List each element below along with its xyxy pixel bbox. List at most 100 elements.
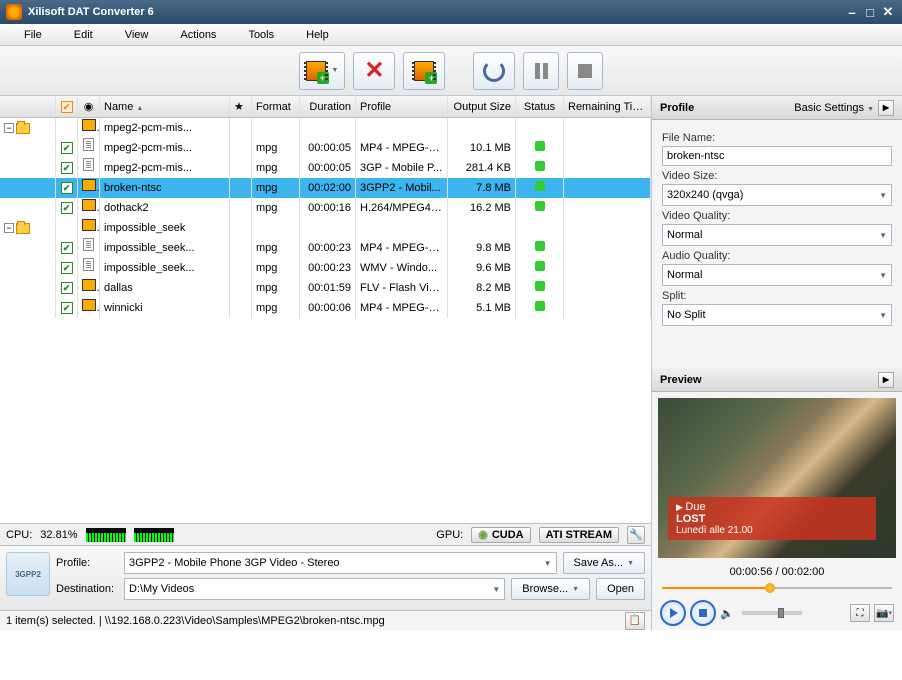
row-checkbox[interactable]: ✔ — [61, 282, 73, 294]
split-select[interactable]: No Split — [662, 304, 892, 326]
table-row[interactable]: ✔impossible_seek...mpg00:00:23WMV - Wind… — [0, 258, 651, 278]
col-output[interactable]: Output Size — [448, 97, 516, 117]
basic-settings-dropdown[interactable]: Basic Settings ▼ — [794, 102, 874, 114]
play-button[interactable] — [660, 600, 686, 626]
menu-file[interactable]: File — [8, 26, 58, 44]
maximize-button[interactable]: □ — [862, 5, 878, 19]
convert-button[interactable] — [473, 52, 515, 90]
table-row[interactable]: ✔winnickimpg00:00:06MP4 - MPEG-4 ...5.1 … — [0, 298, 651, 318]
audioquality-select[interactable]: Normal — [662, 264, 892, 286]
folder-icon — [16, 123, 30, 134]
add-output-button[interactable]: + — [403, 52, 445, 90]
table-row[interactable]: ✔dothack2mpg00:00:16H.264/MPEG4 ...16.2 … — [0, 198, 651, 218]
open-button[interactable]: Open — [596, 578, 645, 600]
profile-panel-title: Profile — [660, 102, 694, 114]
expand-toggle[interactable]: − — [4, 223, 14, 233]
stop-preview-icon — [699, 609, 707, 617]
status-icon — [535, 301, 545, 311]
film-icon — [82, 279, 96, 291]
row-checkbox[interactable]: ✔ — [61, 202, 73, 214]
videosize-label: Video Size: — [662, 170, 892, 182]
videosize-select[interactable]: 320x240 (qvga) — [662, 184, 892, 206]
menu-help[interactable]: Help — [290, 26, 345, 44]
preview-title: Preview — [660, 374, 702, 386]
report-button[interactable]: 📋 — [625, 612, 645, 630]
seek-slider[interactable] — [662, 582, 892, 594]
col-name[interactable]: Name ▲ — [100, 97, 230, 117]
row-checkbox[interactable]: ✔ — [61, 262, 73, 274]
row-checkbox[interactable]: ✔ — [61, 242, 73, 254]
col-status[interactable]: Status — [516, 97, 564, 117]
row-name: dallas — [100, 278, 230, 298]
properties-panel: File Name: Video Size: 320x240 (qvga) Vi… — [652, 120, 902, 334]
browse-button[interactable]: Browse...▼ — [511, 578, 590, 600]
col-remaining[interactable]: Remaining Time — [564, 97, 651, 117]
col-format[interactable]: Format — [252, 97, 300, 117]
row-name: mpeg2-pcm-mis... — [100, 138, 230, 158]
cpu-meter-2 — [134, 528, 174, 542]
menu-bar: File Edit View Actions Tools Help — [0, 24, 902, 46]
menu-tools[interactable]: Tools — [232, 26, 290, 44]
row-name: broken-ntsc — [100, 178, 230, 198]
status-icon — [535, 241, 545, 251]
row-checkbox[interactable]: ✔ — [61, 302, 73, 314]
add-file-button[interactable]: +▼ — [299, 52, 346, 90]
volume-slider[interactable] — [742, 611, 802, 615]
table-row[interactable]: ✔mpeg2-pcm-mis...mpg00:00:05MP4 - MPEG-4… — [0, 138, 651, 158]
status-icon — [535, 261, 545, 271]
table-row[interactable]: ✔broken-ntscmpg00:02:003GPP2 - Mobil...7… — [0, 178, 651, 198]
pause-button[interactable] — [523, 52, 559, 90]
filename-input[interactable] — [662, 146, 892, 166]
close-button[interactable]: ✕ — [880, 5, 896, 19]
cpu-meter-1 — [86, 528, 126, 542]
col-star[interactable]: ★ — [230, 97, 252, 117]
col-profile[interactable]: Profile — [356, 97, 448, 117]
collapse-profile-button[interactable]: ▶ — [878, 100, 894, 116]
table-row[interactable]: ✔dallasmpg00:01:59FLV - Flash Vid...8.2 … — [0, 278, 651, 298]
volume-icon[interactable]: 🔈 — [720, 607, 734, 620]
profile-panel-header: Profile Basic Settings ▼ ▶ — [652, 96, 902, 120]
document-icon — [83, 258, 94, 271]
folder-icon — [16, 223, 30, 234]
stop-button[interactable] — [567, 52, 603, 90]
preview-panel-header: Preview ▶ — [652, 368, 902, 392]
pause-icon — [535, 63, 548, 79]
document-icon — [83, 138, 94, 151]
play-icon — [670, 608, 678, 618]
col-duration[interactable]: Duration — [300, 97, 356, 117]
status-icon — [535, 201, 545, 211]
table-row[interactable]: ✔impossible_seek...mpg00:00:23MP4 - MPEG… — [0, 238, 651, 258]
save-as-button[interactable]: Save As...▼ — [563, 552, 645, 574]
collapse-preview-button[interactable]: ▶ — [878, 372, 894, 388]
cpu-status-bar: CPU:32.81% GPU: ◉CUDA ATI STREAM 🔧 — [0, 523, 651, 545]
remove-button[interactable]: ✕ — [353, 52, 395, 90]
row-checkbox[interactable]: ✔ — [61, 142, 73, 154]
file-grid[interactable]: ✔ ◉ Name ▲ ★ Format Duration Profile Out… — [0, 96, 651, 523]
profile-select[interactable]: 3GPP2 - Mobile Phone 3GP Video - Stereo — [124, 552, 557, 574]
destination-select[interactable]: D:\My Videos — [124, 578, 505, 600]
ati-badge[interactable]: ATI STREAM — [539, 527, 619, 543]
stop-preview-button[interactable] — [690, 600, 716, 626]
videoquality-label: Video Quality: — [662, 210, 892, 222]
stop-icon — [578, 64, 592, 78]
snapshot-button[interactable]: 📷▾ — [874, 604, 894, 622]
row-name: mpeg2-pcm-mis... — [100, 158, 230, 178]
preview-video[interactable]: ▶ Due LOST Lunedì alle 21.00 — [658, 398, 896, 558]
table-row[interactable]: − mpeg2-pcm-mis... — [0, 118, 651, 138]
menu-view[interactable]: View — [109, 26, 165, 44]
app-logo-icon — [6, 4, 22, 20]
grid-header: ✔ ◉ Name ▲ ★ Format Duration Profile Out… — [0, 96, 651, 118]
table-row[interactable]: − impossible_seek — [0, 218, 651, 238]
menu-edit[interactable]: Edit — [58, 26, 109, 44]
table-row[interactable]: ✔mpeg2-pcm-mis...mpg00:00:053GP - Mobile… — [0, 158, 651, 178]
row-checkbox[interactable]: ✔ — [61, 162, 73, 174]
cuda-badge[interactable]: ◉CUDA — [471, 527, 530, 543]
check-all[interactable]: ✔ — [61, 101, 73, 113]
videoquality-select[interactable]: Normal — [662, 224, 892, 246]
menu-actions[interactable]: Actions — [164, 26, 232, 44]
expand-toggle[interactable]: − — [4, 123, 14, 133]
row-checkbox[interactable]: ✔ — [61, 182, 73, 194]
minimize-button[interactable]: – — [844, 5, 860, 19]
settings-button[interactable]: 🔧 — [627, 526, 645, 544]
fullscreen-button[interactable]: ⛶ — [850, 604, 870, 622]
